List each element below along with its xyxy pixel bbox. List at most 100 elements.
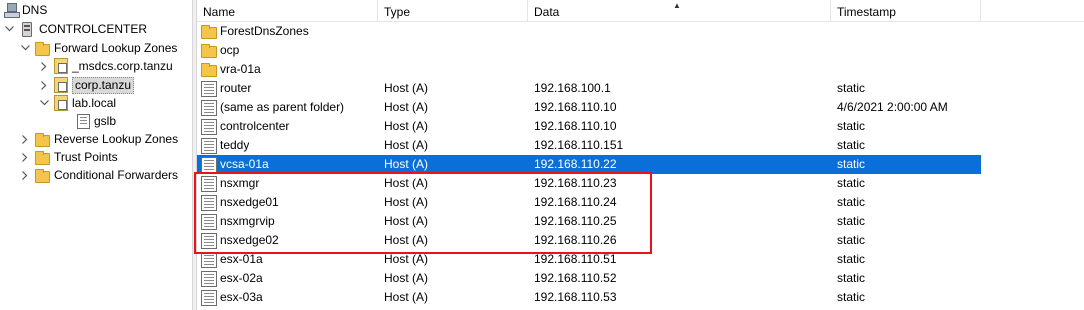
cell-type: Host (A) bbox=[384, 290, 429, 304]
table-row[interactable]: (same as parent folder) Host (A) 192.168.1… bbox=[197, 98, 981, 117]
cell-name: esx-02a bbox=[201, 269, 263, 288]
list-header: Name Type Data ▲ Timestamp bbox=[197, 0, 1084, 22]
cell-timestamp: static bbox=[837, 119, 866, 133]
tree-item-controlcenter[interactable]: CONTROLCENTER bbox=[4, 20, 147, 38]
zone-icon bbox=[54, 58, 68, 74]
tree-item-msdcs[interactable]: _msdcs.corp.tanzu bbox=[39, 57, 173, 75]
sort-ascending-icon: ▲ bbox=[673, 1, 681, 10]
record-icon bbox=[201, 175, 217, 192]
cell-data: 192.168.110.51 bbox=[534, 252, 617, 266]
tree-label: gslb bbox=[94, 114, 117, 128]
cell-name: nsxmgrvip bbox=[201, 212, 275, 231]
cell-data: 192.168.100.1 bbox=[534, 81, 611, 95]
record-icon bbox=[77, 113, 90, 129]
cell-timestamp: static bbox=[837, 252, 866, 266]
cell-timestamp: static bbox=[837, 214, 866, 228]
table-row[interactable]: router Host (A) 192.168.100.1 static bbox=[197, 79, 981, 98]
cell-timestamp: static bbox=[837, 138, 866, 152]
chevron-right-icon[interactable] bbox=[20, 148, 30, 166]
column-header-type[interactable]: Type bbox=[378, 0, 528, 22]
cell-name: esx-01a bbox=[201, 250, 263, 269]
cell-name: controlcenter bbox=[201, 117, 289, 136]
chevron-right-icon[interactable] bbox=[20, 130, 30, 148]
tree-label: CONTROLCENTER bbox=[39, 22, 148, 36]
column-header-timestamp[interactable]: Timestamp bbox=[831, 0, 981, 22]
chevron-down-icon[interactable] bbox=[4, 20, 14, 38]
cell-data: 192.168.110.26 bbox=[534, 233, 617, 247]
record-icon bbox=[201, 232, 217, 249]
cell-timestamp: 4/6/2021 2:00:00 AM bbox=[837, 100, 948, 114]
table-row[interactable]: nsxedge01 Host (A) 192.168.110.24 static bbox=[197, 193, 981, 212]
table-row[interactable]: vra-01a bbox=[197, 60, 981, 79]
column-label: Name bbox=[203, 5, 236, 19]
tree-item-corp-tanzu[interactable]: corp.tanzu bbox=[39, 76, 135, 94]
column-label: Data bbox=[534, 5, 560, 19]
table-row[interactable]: nsxmgrvip Host (A) 192.168.110.25 static bbox=[197, 212, 981, 231]
folder-icon bbox=[35, 150, 50, 165]
record-icon bbox=[201, 213, 217, 230]
cell-name: ForestDnsZones bbox=[201, 22, 309, 41]
cell-name: router bbox=[201, 79, 251, 98]
chevron-down-icon[interactable] bbox=[20, 39, 30, 57]
table-row[interactable]: esx-02a Host (A) 192.168.110.52 static bbox=[197, 269, 981, 288]
chevron-right-icon[interactable] bbox=[39, 57, 49, 75]
zone-icon bbox=[54, 95, 68, 111]
cell-name-text: nsxmgrvip bbox=[220, 214, 275, 228]
cell-data: 192.168.110.53 bbox=[534, 290, 617, 304]
table-row[interactable]: nsxmgr Host (A) 192.168.110.23 static bbox=[197, 174, 981, 193]
chevron-right-icon[interactable] bbox=[39, 76, 49, 94]
cell-data: 192.168.110.22 bbox=[534, 157, 617, 171]
tree-label: _msdcs.corp.tanzu bbox=[72, 59, 173, 73]
tree-label: Conditional Forwarders bbox=[54, 168, 179, 182]
folder-icon bbox=[35, 41, 50, 56]
cell-timestamp: static bbox=[837, 290, 866, 304]
table-row[interactable]: esx-03a Host (A) 192.168.110.53 static bbox=[197, 288, 981, 307]
column-header-data[interactable]: Data ▲ bbox=[528, 0, 831, 22]
table-row[interactable]: ForestDnsZones bbox=[197, 22, 981, 41]
tree-item-reverse-lookup-zones[interactable]: Reverse Lookup Zones bbox=[20, 130, 178, 148]
tree-item-forward-lookup-zones[interactable]: Forward Lookup Zones bbox=[20, 39, 177, 57]
cell-name-text: nsxedge02 bbox=[220, 233, 279, 247]
tree-item-trust-points[interactable]: Trust Points bbox=[20, 148, 118, 166]
cell-name-text: esx-02a bbox=[220, 271, 263, 285]
table-row[interactable]: esx-01a Host (A) 192.168.110.51 static bbox=[197, 250, 981, 269]
cell-name-text: (same as parent folder) bbox=[220, 100, 345, 114]
tree-item-dns[interactable]: DNS bbox=[4, 1, 47, 19]
folder-icon bbox=[35, 168, 50, 183]
table-row[interactable]: ocp bbox=[197, 41, 981, 60]
table-row[interactable]: controlcenter Host (A) 192.168.110.10 stati… bbox=[197, 117, 981, 136]
cell-data: 192.168.110.10 bbox=[534, 119, 617, 133]
cell-type: Host (A) bbox=[384, 100, 429, 114]
cell-timestamp: static bbox=[837, 157, 866, 171]
tree-item-lab-local[interactable]: lab.local bbox=[39, 94, 116, 112]
table-row[interactable]: vcsa-01a Host (A) 192.168.110.22 static bbox=[197, 155, 981, 174]
cell-type: Host (A) bbox=[384, 81, 429, 95]
chevron-right-icon[interactable] bbox=[20, 166, 30, 184]
record-icon bbox=[201, 194, 217, 211]
record-icon bbox=[201, 80, 217, 97]
chevron-down-icon[interactable] bbox=[39, 94, 49, 112]
zone-icon bbox=[54, 77, 68, 93]
record-icon bbox=[201, 270, 217, 287]
column-label: Timestamp bbox=[837, 5, 896, 19]
tree-label: DNS bbox=[22, 3, 48, 17]
table-row[interactable]: nsxedge02 Host (A) 192.168.110.26 static bbox=[197, 231, 981, 250]
cell-timestamp: static bbox=[837, 176, 866, 190]
cell-timestamp: static bbox=[837, 233, 866, 247]
cell-timestamp: static bbox=[837, 271, 866, 285]
cell-name-text: nsxedge01 bbox=[220, 195, 279, 209]
cell-type: Host (A) bbox=[384, 138, 429, 152]
cell-name-text: esx-01a bbox=[220, 252, 263, 266]
table-row[interactable]: teddy Host (A) 192.168.110.151 static bbox=[197, 136, 981, 155]
cell-name-text: controlcenter bbox=[220, 119, 290, 133]
record-icon bbox=[201, 156, 217, 173]
cell-data: 192.168.110.151 bbox=[534, 138, 624, 152]
cell-name: nsxedge01 bbox=[201, 193, 279, 212]
tree-item-gslb[interactable]: gslb bbox=[77, 112, 116, 130]
column-header-name[interactable]: Name bbox=[197, 0, 378, 22]
tree-item-conditional-forwarders[interactable]: Conditional Forwarders bbox=[20, 166, 178, 184]
records-list: Name Type Data ▲ Timestamp ForestDnsZone… bbox=[197, 0, 1084, 310]
record-icon bbox=[201, 251, 217, 268]
cell-name-text: teddy bbox=[220, 138, 250, 152]
cell-timestamp: static bbox=[837, 195, 866, 209]
